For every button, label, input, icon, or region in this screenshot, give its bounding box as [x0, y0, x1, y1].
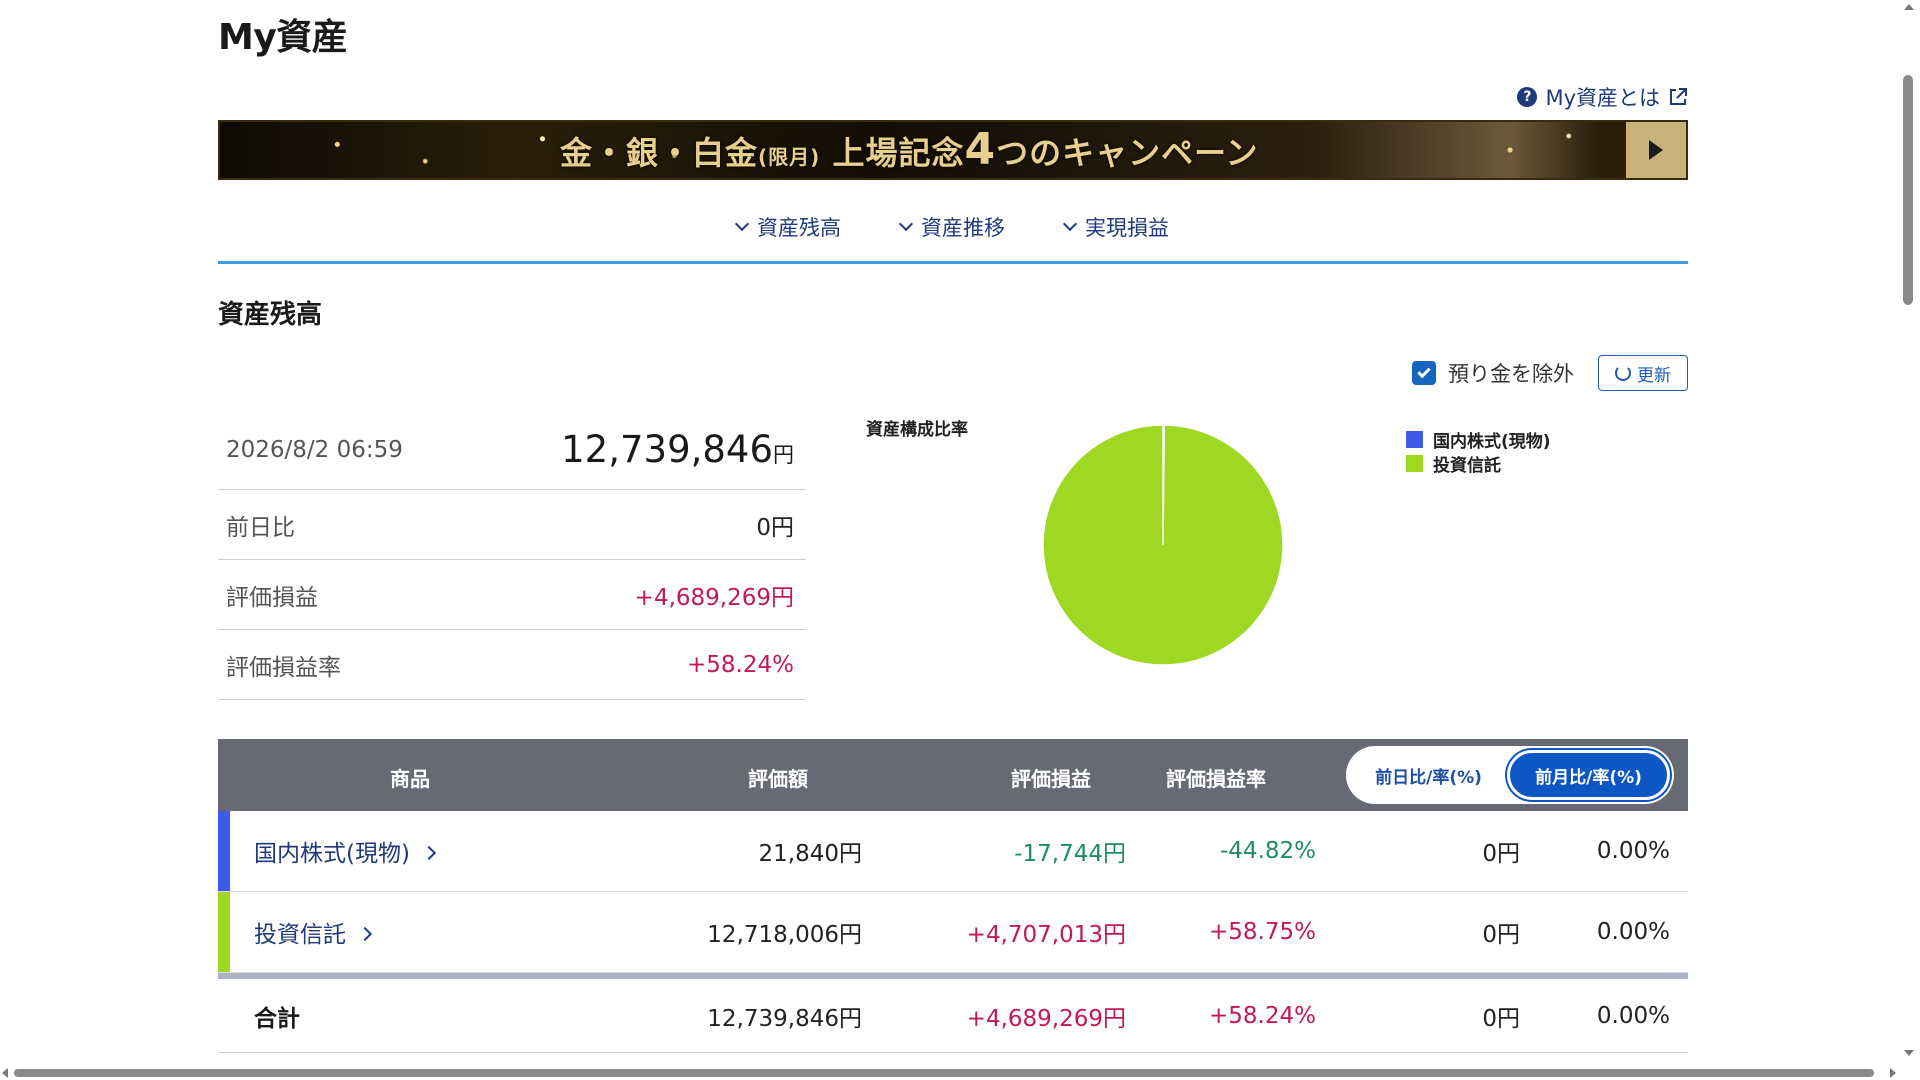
horizontal-scrollbar[interactable]: [0, 1066, 1898, 1080]
nav-balance[interactable]: 資産残高: [734, 200, 841, 242]
cell-pl-rate: +58.75%: [1209, 919, 1316, 945]
header-pl: 評価損益: [1011, 767, 1091, 791]
exclude-deposit-checkbox[interactable]: 預り金を除外: [1412, 358, 1574, 388]
nav-history[interactable]: 資産推移: [898, 200, 1005, 242]
row-color-bar: [218, 811, 230, 891]
scroll-thumb[interactable]: [14, 1069, 1874, 1077]
scroll-left-icon[interactable]: [2, 1068, 8, 1078]
product-link-investment-trust[interactable]: 投資信託: [254, 892, 373, 972]
cell-change: 0円: [1482, 1005, 1520, 1032]
play-icon: [1649, 140, 1663, 160]
table-header: 商品 評価額 評価損益 評価損益率 前日比/率(%) 前月比/率(%): [218, 739, 1688, 811]
legend-swatch: [1406, 430, 1423, 448]
cell-pl: -17,744円: [1014, 841, 1126, 867]
unrealized-pl-value: +4,689,269円: [634, 584, 794, 611]
cell-value: 21,840円: [758, 841, 862, 867]
section-title: 資産残高: [218, 300, 323, 330]
chevron-down-icon: [898, 216, 914, 232]
cell-change: 0円: [1482, 922, 1520, 948]
day-change-value: 0円: [756, 514, 794, 541]
chevron-down-icon: [1062, 216, 1078, 232]
page-title: My資産: [218, 17, 348, 58]
campaign-banner[interactable]: 金・銀・白金(限月) 上場記念4つのキャンペーン: [218, 120, 1688, 180]
cell-pl-rate: +58.24%: [1209, 1002, 1316, 1029]
summary-total-row: 2026/8/2 06:59 12,739,846円: [218, 410, 806, 490]
table-row: 国内株式(現物) 21,840円 -17,744円 -44.82% 0円 0.0…: [218, 811, 1688, 892]
refresh-icon: [1615, 365, 1631, 381]
cell-pl: +4,689,269円: [966, 1005, 1126, 1032]
help-link-label: My資産とは: [1545, 86, 1660, 110]
total-label: 合計: [254, 1005, 300, 1032]
toggle-daily[interactable]: 前日比/率(%): [1350, 750, 1507, 800]
nav-realized[interactable]: 実現損益: [1062, 200, 1169, 242]
summary-row: 評価損益率 +58.24%: [218, 630, 806, 700]
holdings-table: 商品 評価額 評価損益 評価損益率 前日比/率(%) 前月比/率(%) 国内株式…: [218, 739, 1688, 1053]
cell-value: 12,739,846円: [707, 1005, 862, 1032]
pie-slice-1: [1042, 424, 1284, 666]
balance-summary: 2026/8/2 06:59 12,739,846円 前日比 0円 評価損益 +…: [218, 410, 806, 700]
cell-pl: +4,707,013円: [966, 922, 1126, 948]
cell-pl-rate: -44.82%: [1220, 838, 1316, 864]
cell-value: 12,718,006円: [707, 922, 862, 948]
header-pl-rate: 評価損益率: [1166, 767, 1266, 791]
banner-text: 金・銀・白金(限月) 上場記念4つのキャンペーン: [560, 124, 1259, 175]
cell-change: 0円: [1482, 841, 1520, 867]
summary-row: 前日比 0円: [218, 490, 806, 560]
scroll-right-icon[interactable]: [1890, 1068, 1896, 1078]
chart-title: 資産構成比率: [866, 420, 968, 440]
period-toggle: 前日比/率(%) 前月比/率(%): [1346, 746, 1674, 804]
table-row: 投資信託 12,718,006円 +4,707,013円 +58.75% 0円 …: [218, 892, 1688, 973]
total-assets: 12,739,846円: [561, 428, 794, 471]
exclude-deposit-label: 預り金を除外: [1448, 362, 1574, 386]
question-icon: ?: [1517, 87, 1538, 107]
legend-item: 国内株式(現物): [1406, 427, 1551, 452]
banner-play-button[interactable]: [1626, 122, 1686, 178]
legend-item: 投資信託: [1406, 451, 1551, 476]
refresh-button[interactable]: 更新: [1598, 355, 1688, 391]
table-total-row: 合計 12,739,846円 +4,689,269円 +58.24% 0円 0.…: [218, 973, 1688, 1053]
summary-row: 評価損益 +4,689,269円: [218, 560, 806, 630]
chevron-right-icon: [357, 926, 373, 942]
header-value: 評価額: [748, 767, 808, 791]
legend-swatch: [1406, 454, 1423, 472]
header-product: 商品: [390, 767, 430, 791]
external-link-icon: [1670, 88, 1687, 105]
cell-change-rate: 0.00%: [1596, 919, 1670, 945]
toggle-monthly[interactable]: 前月比/率(%): [1507, 750, 1670, 800]
cell-change-rate: 0.00%: [1596, 838, 1670, 864]
as-of-datetime: 2026/8/2 06:59: [226, 436, 403, 463]
chart-legend: 国内株式(現物) 投資信託: [1406, 427, 1551, 476]
chevron-down-icon: [734, 216, 750, 232]
vertical-scrollbar[interactable]: [1898, 0, 1920, 1080]
unrealized-pl-rate-value: +58.24%: [687, 651, 794, 678]
checkbox-checked-icon[interactable]: [1412, 361, 1436, 385]
cell-change-rate: 0.00%: [1596, 1002, 1670, 1029]
scroll-up-icon[interactable]: [1904, 4, 1914, 10]
help-link[interactable]: ? My資産とは: [1517, 82, 1688, 112]
product-link-domestic-stock[interactable]: 国内株式(現物): [254, 811, 437, 891]
row-color-bar: [218, 892, 230, 972]
scroll-thumb[interactable]: [1903, 75, 1913, 305]
asset-allocation-pie: [1042, 424, 1284, 666]
chevron-right-icon: [421, 845, 437, 861]
scroll-down-icon[interactable]: [1904, 1050, 1914, 1056]
anchor-nav: 資産残高 資産推移 実現損益: [218, 200, 1688, 264]
